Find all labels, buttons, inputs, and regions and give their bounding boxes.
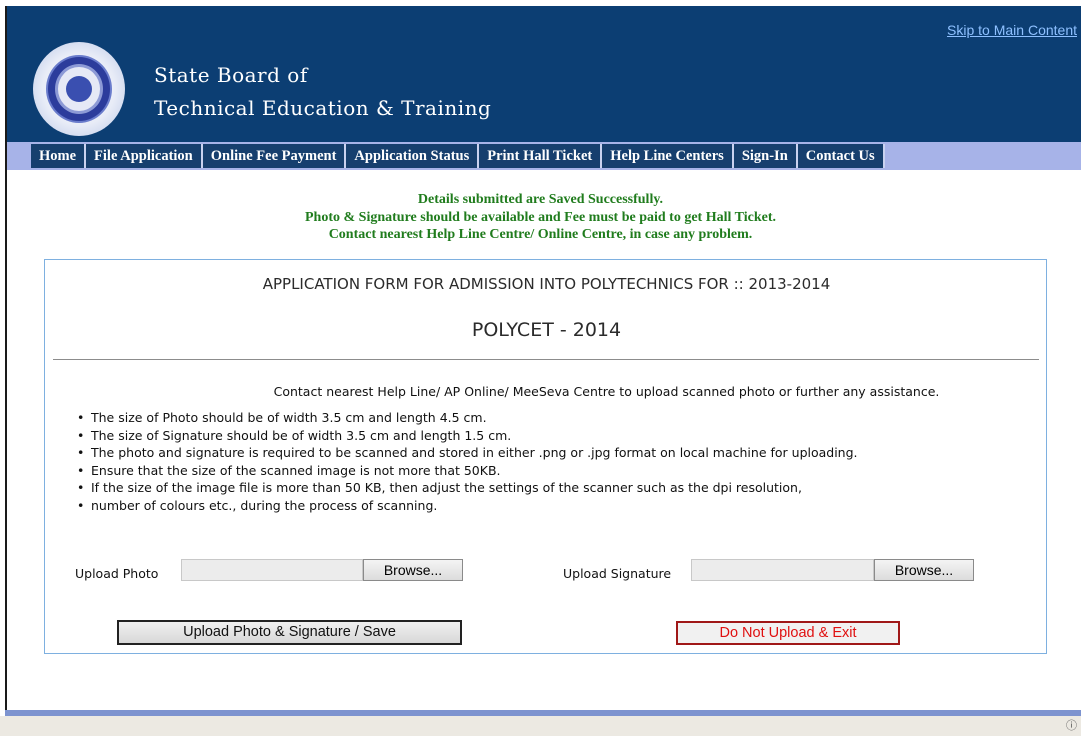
success-message-line1: Details submitted are Saved Successfully… <box>417 192 664 207</box>
nav-help-line-centers[interactable]: Help Line Centers <box>602 144 734 168</box>
logo-emblem <box>66 76 92 102</box>
nav-sign-in[interactable]: Sign-In <box>733 144 798 168</box>
contact-note: Contact nearest Help Line/ AP Online/ Me… <box>273 384 940 399</box>
rule-item: The size of Photo should be of width 3.5… <box>75 409 858 427</box>
nav-file-application[interactable]: File Application <box>86 144 203 168</box>
main-nav: Home File Application Online Fee Payment… <box>7 142 1081 170</box>
success-message: Details submitted are Saved Successfully… <box>0 191 1081 244</box>
upload-photo-field[interactable] <box>181 559 363 581</box>
upload-photo-label: Upload Photo <box>75 566 159 581</box>
application-form-panel: APPLICATION FORM FOR ADMISSION INTO POLY… <box>44 259 1047 654</box>
upload-save-button[interactable]: Upload Photo & Signature / Save <box>117 620 462 645</box>
nav-home[interactable]: Home <box>31 144 87 168</box>
form-title: APPLICATION FORM FOR ADMISSION INTO POLY… <box>262 275 831 293</box>
browser-status-bar: ⓘ <box>0 716 1081 736</box>
nav-contact-us[interactable]: Contact Us <box>797 144 885 168</box>
site-title-line2: Technical Education & Training <box>154 96 492 120</box>
nav-bar: Home File Application Online Fee Payment… <box>31 144 885 168</box>
form-subtitle: POLYCET - 2014 <box>471 319 622 341</box>
nav-online-fee-payment[interactable]: Online Fee Payment <box>202 144 347 168</box>
info-icon: ⓘ <box>1066 719 1077 732</box>
site-title-line1: State Board of <box>154 63 308 87</box>
board-seal-logo <box>33 42 125 136</box>
upload-signature-field[interactable] <box>691 559 874 581</box>
browse-photo-button[interactable]: Browse... <box>363 559 463 581</box>
site-header: State Board of Technical Education & Tra… <box>7 6 1081 142</box>
browse-signature-button[interactable]: Browse... <box>874 559 974 581</box>
do-not-upload-exit-button[interactable]: Do Not Upload & Exit <box>676 621 900 645</box>
rule-item: Ensure that the size of the scanned imag… <box>75 462 858 480</box>
rule-item: The size of Signature should be of width… <box>75 427 858 445</box>
rule-item: The photo and signature is required to b… <box>75 444 858 462</box>
rule-item-continuation: number of colours etc., during the proce… <box>75 497 858 515</box>
skip-to-main-link[interactable]: Skip to Main Content <box>947 22 1077 38</box>
nav-application-status[interactable]: Application Status <box>346 144 480 168</box>
form-divider <box>53 359 1039 360</box>
upload-signature-label: Upload Signature <box>563 566 672 581</box>
success-message-line2: Photo & Signature should be available an… <box>305 209 776 225</box>
rule-item: If the size of the image file is more th… <box>75 479 858 497</box>
nav-print-hall-ticket[interactable]: Print Hall Ticket <box>479 144 603 168</box>
success-message-line3: Contact nearest Help Line Centre/ Online… <box>328 227 753 242</box>
upload-rules-list: The size of Photo should be of width 3.5… <box>75 409 858 514</box>
